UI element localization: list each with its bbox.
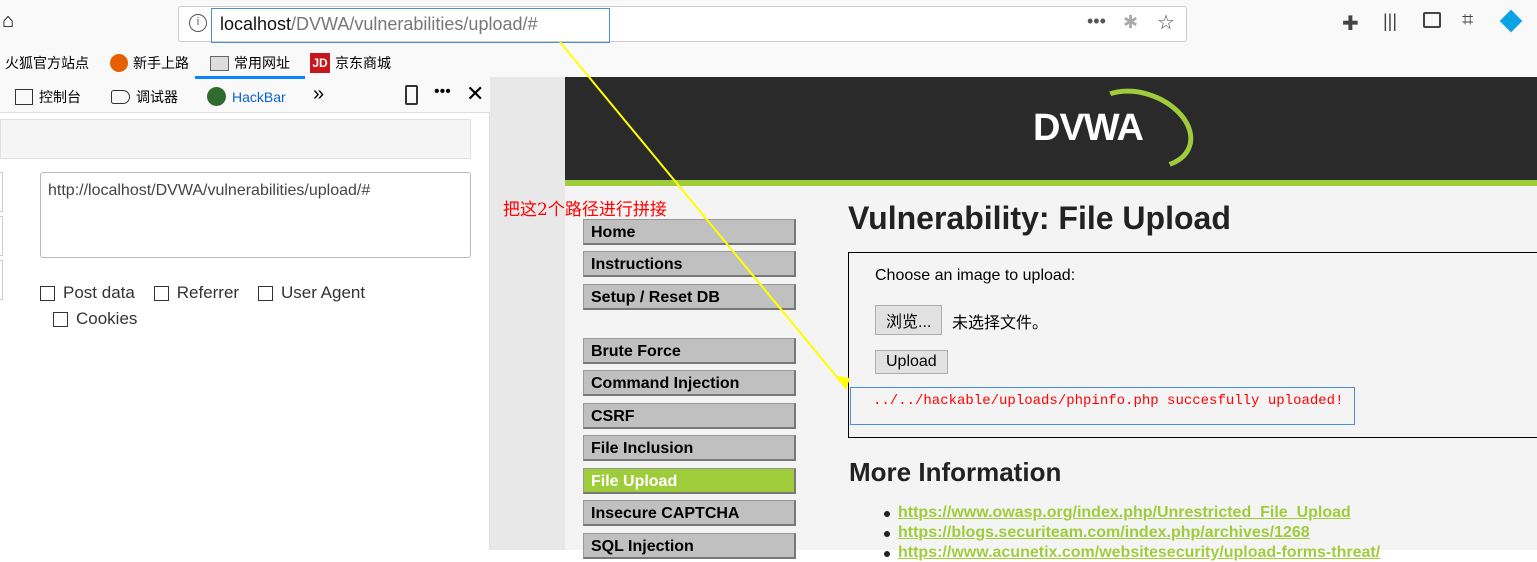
menu-instructions[interactable]: Instructions (583, 251, 796, 277)
tab-hackbar[interactable]: HackBar (207, 87, 286, 106)
home-icon[interactable]: ⌂ (2, 10, 14, 33)
bookmark-folder[interactable]: 常用网址 (210, 53, 290, 73)
execute-button[interactable] (0, 260, 3, 300)
extensions-icon[interactable]: ✚ (1342, 11, 1359, 36)
menu-brute-force[interactable]: Brute Force (583, 338, 796, 364)
folder-icon (210, 55, 229, 71)
bookmarks-bar: 火狐官方站点 新手上路 常用网址 JD 京东商城 (0, 44, 1537, 77)
checkbox-label: User Agent (281, 283, 366, 302)
overflow-chevron-icon[interactable]: » (313, 83, 324, 106)
tab-label: 控制台 (39, 89, 81, 105)
menu-file-upload[interactable]: File Upload (583, 468, 796, 494)
menu-icon[interactable]: ••• (434, 83, 451, 101)
referrer-checkbox[interactable]: Referrer (153, 283, 240, 302)
browse-button[interactable]: 浏览... (875, 305, 943, 335)
menu-sql-injection[interactable]: SQL Injection (583, 533, 796, 559)
bookmark-jd[interactable]: JD 京东商城 (310, 53, 391, 73)
menu-csrf[interactable]: CSRF (583, 403, 796, 429)
bookmark-label: 京东商城 (335, 55, 391, 71)
split-url-button[interactable] (0, 216, 3, 256)
responsive-mode-icon[interactable] (405, 85, 418, 105)
checkbox-label: Post data (63, 283, 135, 302)
menu-file-inclusion[interactable]: File Inclusion (583, 435, 796, 461)
link-securiteam[interactable]: https://blogs.securiteam.com/index.php/a… (898, 524, 1310, 542)
bookmark-label: 火狐官方站点 (5, 55, 89, 71)
checkbox-label: Referrer (176, 283, 240, 302)
link-owasp[interactable]: https://www.owasp.org/index.php/Unrestri… (898, 504, 1351, 522)
url-text[interactable]: localhost/DVWA/vulnerabilities/upload/# (220, 14, 538, 35)
tab-label: HackBar (232, 88, 286, 105)
crop-icon[interactable]: ⌗ (1462, 9, 1473, 32)
hackbar-panel: http://localhost/DVWA/vulnerabilities/up… (0, 113, 490, 550)
hackbar-url-value: http://localhost/DVWA/vulnerabilities/up… (48, 182, 371, 199)
menu-command-injection[interactable]: Command Injection (583, 370, 796, 396)
bookmark-getting-started[interactable]: 新手上路 (110, 53, 189, 73)
library-icon[interactable]: ||| (1383, 11, 1397, 32)
bullet (884, 511, 890, 517)
cookies-checkbox[interactable]: Cookies (53, 309, 137, 329)
tab-label: 调试器 (136, 89, 178, 105)
menu-home[interactable]: Home (583, 219, 796, 245)
bug-icon[interactable]: ✱ (1123, 12, 1138, 33)
checkbox-label: Cookies (76, 309, 138, 328)
annotation-text: 把这2个路径进行拼接 (503, 200, 667, 220)
menu-insecure-captcha[interactable]: Insecure CAPTCHA (583, 500, 796, 526)
post-data-checkbox[interactable]: Post data (40, 283, 135, 302)
hackbar-icon (207, 87, 226, 106)
close-icon[interactable]: ✕ (466, 81, 484, 107)
upload-message: ../../hackable/uploads/phpinfo.php succe… (873, 393, 1344, 409)
hackbar-options: Post data Referrer User Agent (40, 283, 365, 303)
devtools-tabs: 控制台 调试器 HackBar » ••• ✕ (0, 76, 490, 113)
bullet (884, 531, 890, 537)
debugger-icon (111, 90, 130, 104)
upload-button[interactable]: Upload (875, 350, 948, 374)
active-tab-indicator (195, 76, 305, 79)
more-info-title: More Information (849, 457, 1062, 487)
hackbar-toolbar (0, 119, 471, 159)
bookmark-label: 常用网址 (234, 55, 290, 71)
info-icon[interactable]: i (189, 14, 207, 32)
url-path: /DVWA/vulnerabilities/upload/# (291, 14, 538, 34)
user-agent-checkbox[interactable]: User Agent (258, 283, 365, 302)
jd-icon: JD (310, 53, 330, 73)
bookmark-star-icon[interactable]: ☆ (1157, 10, 1175, 35)
sidebar-icon[interactable] (1423, 12, 1441, 28)
console-icon (15, 89, 33, 105)
tab-debugger[interactable]: 调试器 (111, 87, 178, 107)
firefox-icon (110, 54, 128, 72)
page-title: Vulnerability: File Upload (848, 200, 1231, 236)
hackbar-url-textarea[interactable]: http://localhost/DVWA/vulnerabilities/up… (40, 172, 471, 258)
load-url-button[interactable] (0, 172, 3, 212)
tab-console[interactable]: 控制台 (15, 87, 81, 107)
url-host: localhost (220, 14, 292, 34)
choose-label: Choose an image to upload: (875, 267, 1076, 284)
logo-swoosh (1075, 74, 1205, 184)
link-acunetix[interactable]: https://www.acunetix.com/websitesecurity… (898, 544, 1380, 562)
dvwa-header: DVWA (565, 74, 1537, 184)
more-icon[interactable]: ••• (1087, 11, 1106, 32)
bookmark-label: 新手上路 (133, 55, 189, 71)
menu-setup[interactable]: Setup / Reset DB (583, 284, 796, 310)
bullet (884, 551, 890, 557)
bookmark-firefox-site[interactable]: 火狐官方站点 (5, 53, 89, 73)
no-file-text: 未选择文件。 (952, 315, 1049, 332)
browser-toolbar: ⌂ i ••• ✱ ☆ localhost/DVWA/vulnerabiliti… (0, 0, 1537, 44)
extension-icon[interactable] (1499, 9, 1523, 33)
